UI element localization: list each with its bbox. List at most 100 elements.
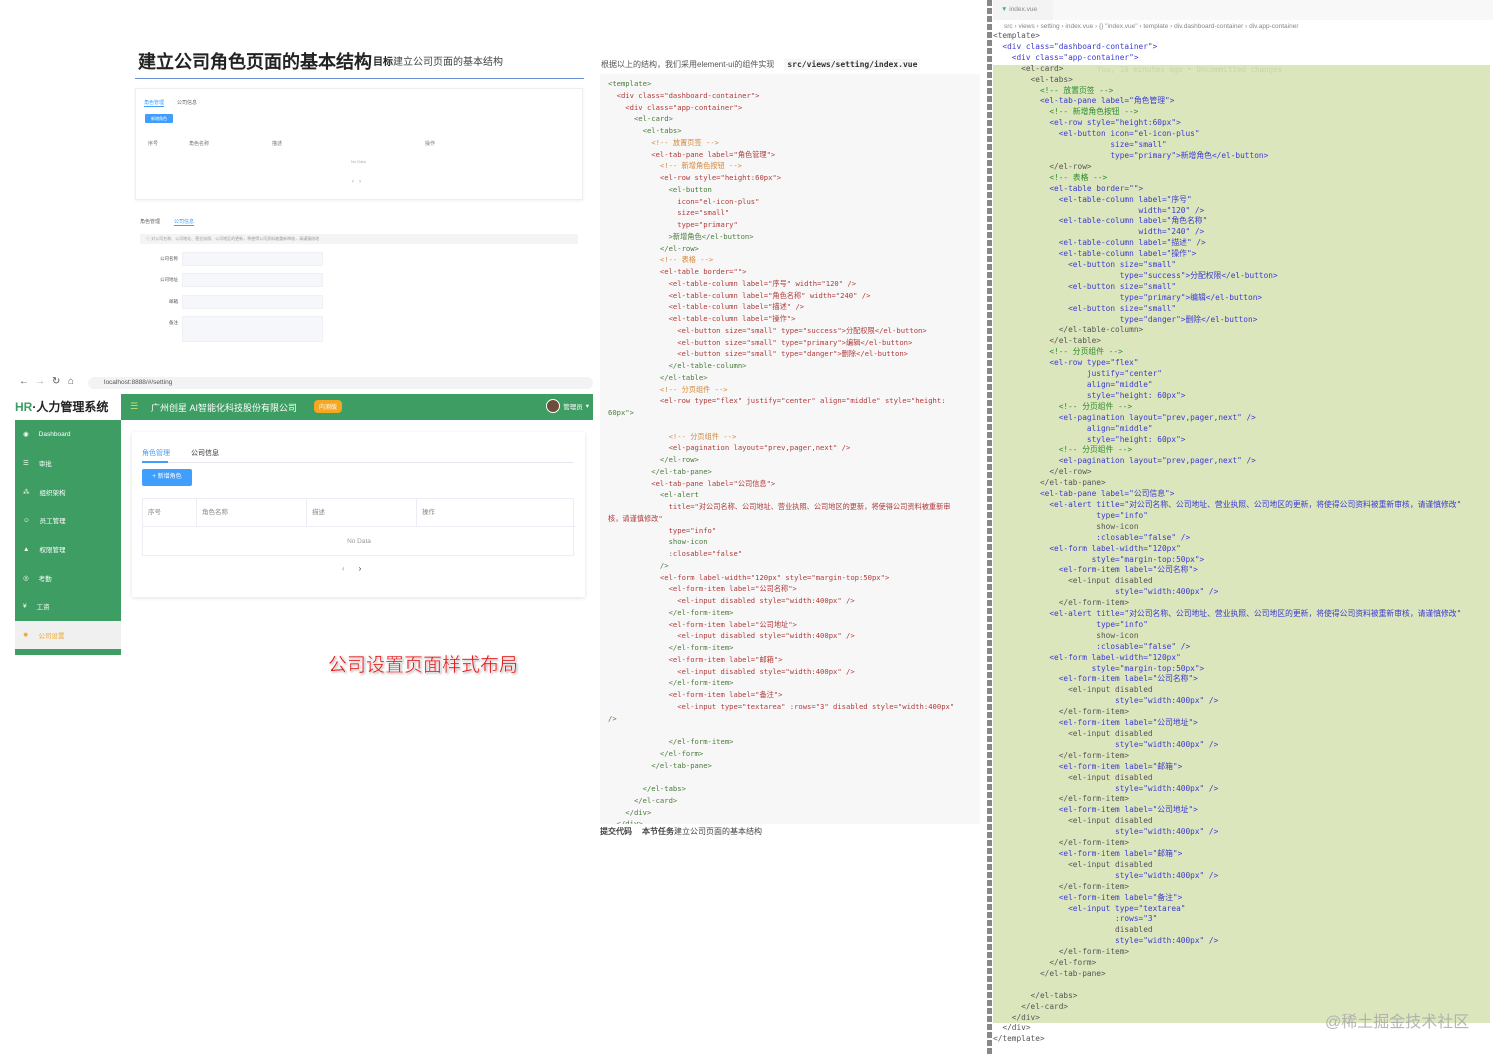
code-line: style="height: 60px"> bbox=[993, 390, 1186, 400]
sidebar-item-label: 考勤 bbox=[38, 575, 52, 583]
code-line: </el-form-item> bbox=[608, 607, 734, 617]
sidebar-item[interactable]: ▲ 权限管理 bbox=[15, 535, 121, 564]
sidebar-item[interactable]: ☺ 员工管理 bbox=[15, 506, 121, 535]
code-line: <el-form label-width="120px" bbox=[993, 652, 1181, 662]
code-line: </el-form-item> bbox=[993, 750, 1130, 760]
code-line: <el-form-item label="备注"> bbox=[993, 892, 1183, 902]
code-line: 60px"> bbox=[608, 408, 634, 417]
company-name: 广州创星 AI智能化科技股份有限公司 bbox=[151, 403, 298, 413]
preview-form-label: 备注 bbox=[169, 320, 178, 325]
code-line: </el-row> bbox=[993, 161, 1092, 171]
preview-tab-roles: 角色管理 bbox=[140, 219, 161, 225]
code-line: type="danger">删除</el-button> bbox=[993, 314, 1258, 324]
sidebar: ◉ Dashboard ☰ 审批 ⁂ 组织架构 ☺ 员工管理 ▲ 权限管理 ◎ 考勤 ¥ 工资 ✹ 公司设置 bbox=[15, 420, 121, 655]
code-line: <el-table border=""> bbox=[608, 267, 747, 276]
code-line: </el-table-column> bbox=[608, 361, 747, 370]
sidebar-item-label: 公司设置 bbox=[38, 633, 65, 641]
forward-icon[interactable]: → bbox=[35, 376, 45, 387]
sidebar-item-label: 工资 bbox=[36, 604, 50, 612]
code-line: <el-input disabled bbox=[993, 729, 1153, 738]
code-line: style="margin-top:50px"> bbox=[993, 663, 1205, 673]
code-line: <el-input disabled style="width:400px" /… bbox=[608, 596, 855, 605]
code-line: <el-table-column label="序号" bbox=[993, 194, 1192, 204]
user-menu[interactable]: 管理员 ▾ bbox=[546, 399, 589, 413]
code-line: style="width:400px" /> bbox=[993, 587, 1219, 597]
sidebar-item[interactable]: ✹ 公司设置 bbox=[15, 620, 121, 650]
code-line: </el-row> bbox=[608, 455, 699, 464]
code-line: <el-tab-pane label="公司信息"> bbox=[993, 489, 1175, 499]
preview-company-form: 角色管理 公司信息 ⓘ 对公司名称、公司地址、营业执照、公司地区的更新，将使得公… bbox=[138, 215, 580, 345]
sidebar-item[interactable]: ☰ 审批 bbox=[15, 449, 121, 478]
editor-tab-bar bbox=[993, 0, 1493, 20]
code-line: <el-table border=""> bbox=[993, 183, 1144, 193]
list-icon: ☰ bbox=[23, 460, 29, 468]
editor-code[interactable]: <template> <div class="dashboard-contain… bbox=[993, 31, 1461, 1045]
reload-icon[interactable]: ↻ bbox=[52, 376, 60, 387]
code-line: <el-form-item label="邮箱"> bbox=[608, 654, 783, 664]
tab-role-management[interactable]: 角色管理 bbox=[142, 448, 170, 458]
add-role-button[interactable]: + 新增角色 bbox=[142, 469, 192, 486]
code-line: show-icon bbox=[993, 630, 1139, 640]
attendance-icon: ◎ bbox=[23, 574, 29, 582]
caption: 公司设置页面样式布局 bbox=[328, 655, 519, 676]
code-line: <el-table-column label="角色名称" bbox=[993, 216, 1208, 226]
footer-label: 提交代码 bbox=[600, 827, 632, 836]
back-icon[interactable]: ← bbox=[19, 376, 29, 387]
editor-tab[interactable]: ▼ index.vue bbox=[993, 0, 1053, 20]
code-line: <!-- 分页组件 --> bbox=[608, 384, 728, 394]
prev-page-button[interactable]: ‹ bbox=[342, 564, 345, 573]
sidebar-item[interactable]: ◉ Dashboard bbox=[15, 420, 121, 449]
sidebar-item[interactable]: ◎ 考勤 bbox=[15, 563, 121, 592]
code-line: <el-form-item label="公司地址"> bbox=[608, 619, 797, 629]
col-index: 序号 bbox=[143, 499, 197, 526]
preview-tab-company: 公司信息 bbox=[174, 219, 195, 226]
code-line: type="info" bbox=[993, 510, 1148, 520]
next-icon: › bbox=[359, 179, 362, 185]
preview-input bbox=[182, 252, 323, 266]
code-line: style="margin-top:50px"> bbox=[993, 554, 1205, 564]
code-line: <div class="dashboard-container"> bbox=[993, 41, 1158, 51]
doc-intro: 根据以上的结构，我们采用element-ui的组件实现 src/views/set… bbox=[601, 59, 921, 70]
breadcrumb[interactable]: src › views › setting › index.vue › {} "… bbox=[1004, 23, 1298, 30]
code-line: style="height: 60px"> bbox=[993, 434, 1186, 444]
preview-input bbox=[182, 295, 323, 309]
code-line: 核，请谨慎修改" bbox=[608, 513, 663, 523]
code-line: </el-form-item> bbox=[608, 737, 734, 746]
code-line: <el-button size="small" bbox=[993, 281, 1177, 291]
code-line: </template> bbox=[993, 1034, 1045, 1044]
next-page-button[interactable]: › bbox=[359, 564, 362, 573]
code-line: width="120" /> bbox=[993, 205, 1205, 215]
doc-file-path: src/views/setting/index.vue bbox=[784, 59, 921, 70]
code-line: <el-tabs> bbox=[993, 74, 1073, 84]
preview-form-label: 邮箱 bbox=[169, 299, 178, 304]
code-line: type="primary">新增角色</el-button> bbox=[993, 150, 1269, 160]
app-logo: HR·人力管理系统 bbox=[15, 394, 121, 420]
code-line: <el-input disabled style="width:400px" /… bbox=[608, 631, 855, 641]
code-line: <!-- 分页组件 --> bbox=[993, 347, 1123, 357]
code-line: <el-card> bbox=[993, 63, 1064, 73]
code-line: <el-input type="textarea" bbox=[993, 903, 1186, 913]
code-line: </el-form-item> bbox=[608, 678, 734, 688]
code-line: <el-row style="height:60px"> bbox=[993, 118, 1181, 128]
slide-goal: 目标建立公司页面的基本结构 bbox=[373, 53, 503, 68]
hamburger-icon[interactable]: ☰ bbox=[130, 401, 138, 412]
code-line: justify="center" bbox=[993, 369, 1162, 379]
home-icon[interactable]: ⌂ bbox=[68, 376, 74, 387]
code-line: </el-tab-pane> bbox=[608, 466, 712, 476]
prev-icon: ‹ bbox=[352, 179, 354, 185]
preview-pager: ‹ › bbox=[352, 179, 361, 185]
code-line: <el-table-column label="操作"> bbox=[993, 249, 1197, 259]
browser-toolbar: ← → ↻ ⌂ localhost:8888/#/setting bbox=[15, 375, 593, 391]
preview-col: 描述 bbox=[272, 141, 283, 147]
code-line: </el-card> bbox=[608, 795, 678, 805]
code-line: <!-- 放置页签 --> bbox=[608, 137, 719, 147]
address-bar[interactable]: localhost:8888/#/setting bbox=[88, 377, 593, 389]
preview-alert-text: 对公司名称、公司地址、营业执照、公司地区的更新，将使得公司资料被重新审核，请谨慎… bbox=[151, 236, 320, 241]
code-line: <div class="dashboard-container"> bbox=[608, 90, 760, 100]
code-line: style="width:400px" /> bbox=[993, 739, 1219, 749]
code-line: </el-form> bbox=[608, 748, 704, 758]
sidebar-item[interactable]: ¥ 工资 bbox=[15, 592, 121, 621]
sidebar-item[interactable]: ⁂ 组织架构 bbox=[15, 477, 121, 506]
tab-company-info[interactable]: 公司信息 bbox=[191, 448, 219, 458]
